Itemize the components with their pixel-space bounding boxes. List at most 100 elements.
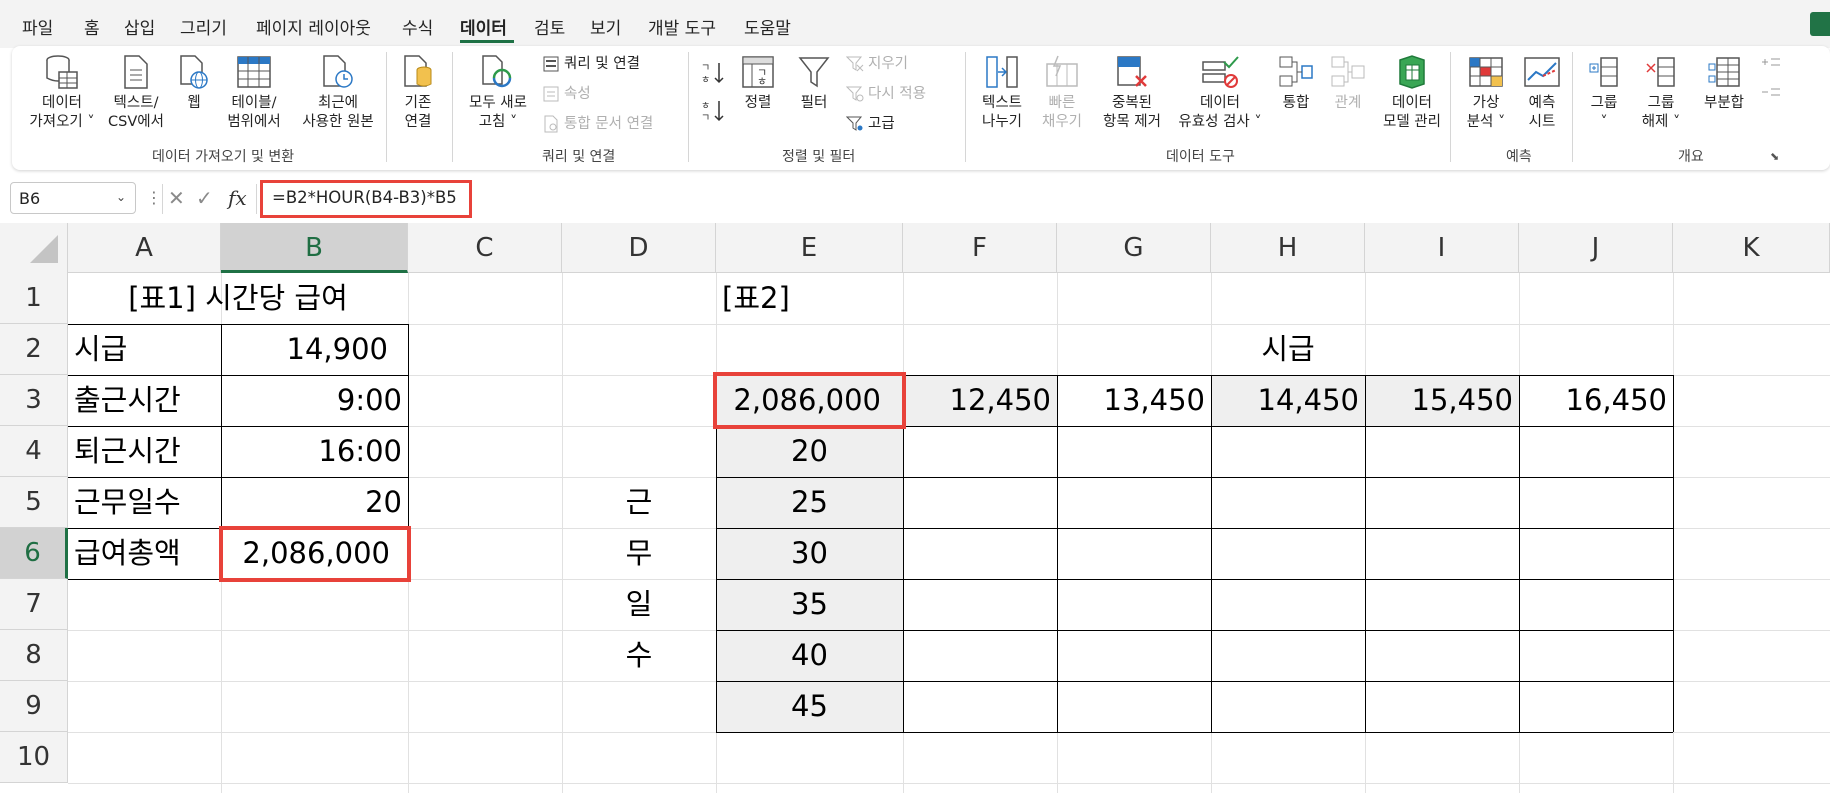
tab-view[interactable]: 보기 [590,14,621,39]
tab-home[interactable]: 홈 [84,14,100,39]
table2-side-label-char-4[interactable]: 수 [562,630,716,681]
row-header-8[interactable]: 8 [0,630,68,681]
column-header-e[interactable]: E [716,223,903,273]
formula-input[interactable]: =B2*HOUR(B4-B3)*B5 [272,188,457,207]
table2-days-40[interactable]: 40 [716,630,903,681]
table1-title[interactable]: [표1] 시간당 급여 [68,273,408,324]
tab-formulas[interactable]: 수식 [402,14,433,39]
row-header-2[interactable]: 2 [0,324,68,375]
row-header-4[interactable]: 4 [0,426,68,477]
web-button[interactable]: 웹 [174,54,214,113]
table1-label-hourly-wage[interactable]: 시급 [68,324,221,375]
forecast-sheet-button[interactable]: 예측 시트 [1518,54,1566,132]
properties-button[interactable]: 속성 [542,84,591,104]
table2-days-45[interactable]: 45 [716,681,903,732]
row-header-5[interactable]: 5 [0,477,68,528]
show-detail-button[interactable] [1760,54,1782,77]
hide-detail-button[interactable] [1760,84,1782,107]
row-header-7[interactable]: 7 [0,579,68,630]
data-model-button[interactable]: 데이터 모델 관리 [1376,54,1448,132]
confirm-check-icon[interactable]: ✓ [196,186,213,210]
tab-data[interactable]: 데이터 [460,14,507,39]
relationships-button[interactable]: 관계 [1326,54,1370,113]
worksheet-grid[interactable]: A B C D E F G H I J K 1 2 3 4 5 6 7 8 9 … [0,223,1830,793]
tab-review[interactable]: 검토 [534,14,565,39]
table1-value-work-days[interactable]: 20 [221,477,408,528]
table2-days-25[interactable]: 25 [716,477,903,528]
ungroup-button[interactable]: 그룹 해제 ˅ [1636,54,1686,132]
more-options-icon[interactable]: ⋮ [146,188,162,207]
tab-file[interactable]: 파일 [22,14,53,39]
table1-label-total-pay[interactable]: 급여총액 [68,528,221,579]
existing-connections-button[interactable]: 기존 연결 [396,54,440,132]
text-csv-button[interactable]: 텍스트/ CSV에서 [104,54,168,132]
table2-rate-2[interactable]: 13,450 [1057,375,1211,426]
sort-button[interactable]: ㄱㅎ 정렬 [734,54,782,113]
table2-title[interactable]: [표2] [716,273,903,324]
column-header-d[interactable]: D [562,223,716,273]
share-icon[interactable] [1810,12,1830,36]
outline-dialog-launcher-icon[interactable]: ⬊ [1770,150,1779,163]
column-header-i[interactable]: I [1365,223,1519,273]
table2-days-35[interactable]: 35 [716,579,903,630]
clear-filter-button[interactable]: 지우기 [846,54,908,74]
sort-desc-button[interactable]: ㅎㄱ [700,98,726,130]
remove-duplicates-button[interactable]: 중복된 항목 제거 [1094,54,1170,132]
column-header-j[interactable]: J [1519,223,1673,273]
table1-value-start-time[interactable]: 9:00 [221,375,408,426]
table1-label-work-days[interactable]: 근무일수 [68,477,221,528]
column-header-h[interactable]: H [1211,223,1365,273]
consolidate-button[interactable]: 통합 [1274,54,1318,113]
table1-label-start-time[interactable]: 출근시간 [68,375,221,426]
row-header-10[interactable]: 10 [0,732,68,783]
tab-help[interactable]: 도움말 [744,14,791,39]
table2-side-label-char-3[interactable]: 일 [562,579,716,630]
table2-rate-3[interactable]: 14,450 [1211,375,1365,426]
queries-connections-button[interactable]: 쿼리 및 연결 [542,54,640,74]
table2-side-label-char-2[interactable]: 무 [562,528,716,579]
column-header-b[interactable]: B [221,223,408,273]
row-header-3[interactable]: 3 [0,375,68,426]
sort-asc-button[interactable]: ㄱㅎ [700,60,726,92]
what-if-analysis-button[interactable]: 가상 분석 ˅ [1458,54,1514,132]
table1-label-end-time[interactable]: 퇴근시간 [68,426,221,477]
row-header-9[interactable]: 9 [0,681,68,732]
table1-value-hourly-wage[interactable]: 14,900 [221,324,408,375]
table1-value-end-time[interactable]: 16:00 [221,426,408,477]
tab-page-layout[interactable]: 페이지 레이아웃 [256,14,371,39]
row-header-1[interactable]: 1 [0,273,68,324]
group-button[interactable]: 그룹 ˅ [1580,54,1628,132]
chevron-down-icon[interactable]: ⌄ [116,190,126,204]
recent-sources-button[interactable]: 최근에 사용한 원본 [292,54,384,132]
refresh-all-button[interactable]: 모두 새로 고침 ˅ [460,54,536,132]
table2-days-20[interactable]: 20 [716,426,903,477]
column-header-a[interactable]: A [68,223,221,273]
column-header-c[interactable]: C [408,223,562,273]
get-data-button[interactable]: 데이터 가져오기 ˅ [26,54,98,132]
table2-rate-1[interactable]: 12,450 [903,375,1057,426]
tab-developer[interactable]: 개발 도구 [648,14,716,39]
subtotal-button[interactable]: 부분합 [1696,54,1752,113]
filter-button[interactable]: 필터 [794,54,834,113]
row-header-6[interactable]: 6 [0,528,68,579]
data-validation-button[interactable]: 데이터 유효성 검사 ˅ [1172,54,1268,132]
column-header-g[interactable]: G [1057,223,1211,273]
text-to-columns-button[interactable]: 텍스트 나누기 [974,54,1030,132]
reapply-button[interactable]: 다시 적용 [846,84,926,104]
insert-function-icon[interactable]: fx [228,186,247,210]
table2-rate-4[interactable]: 15,450 [1365,375,1519,426]
flash-fill-button[interactable]: 빠른 채우기 [1036,54,1088,132]
table2-days-30[interactable]: 30 [716,528,903,579]
select-all-corner[interactable] [0,223,68,273]
edit-links-button[interactable]: 통합 문서 연결 [542,114,653,134]
cancel-icon[interactable]: ✕ [168,186,185,210]
table2-rate-5[interactable]: 16,450 [1519,375,1673,426]
column-header-k[interactable]: K [1673,223,1830,273]
table-range-button[interactable]: 테이블/ 범위에서 [222,54,286,132]
table2-header-hourly-wage[interactable]: 시급 [903,324,1673,375]
tab-draw[interactable]: 그리기 [180,14,227,39]
column-header-f[interactable]: F [903,223,1057,273]
tab-insert[interactable]: 삽입 [124,14,155,39]
advanced-filter-button[interactable]: 고급 [846,114,895,134]
table2-side-label-char-1[interactable]: 근 [562,477,716,528]
